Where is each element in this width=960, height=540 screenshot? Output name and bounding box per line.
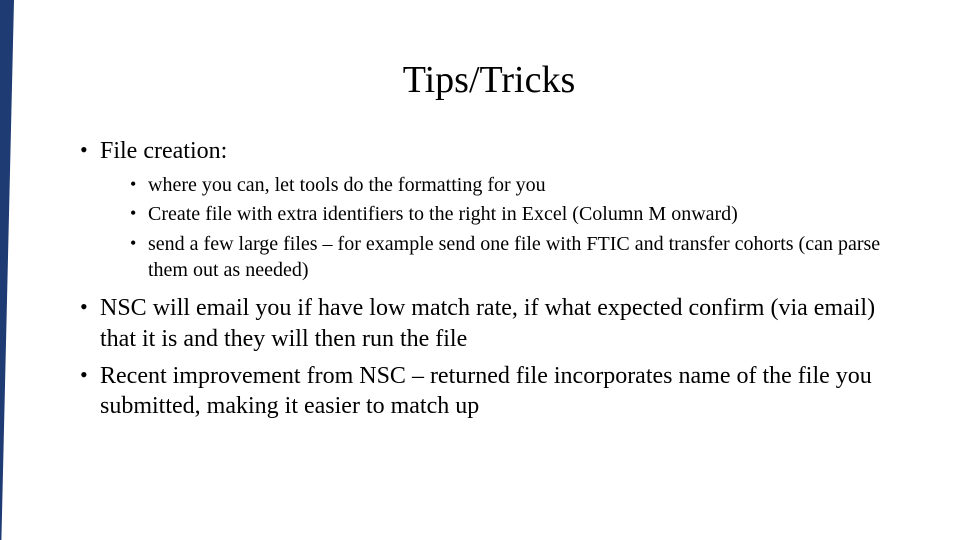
slide-content: Tips/Tricks File creation: where you can… — [0, 0, 960, 540]
bullet-list: File creation: where you can, let tools … — [78, 136, 900, 422]
bullet-text: NSC will email you if have low match rat… — [100, 295, 875, 352]
list-item: File creation: where you can, let tools … — [78, 136, 900, 283]
list-item: Create file with extra identifiers to th… — [128, 202, 900, 228]
slide-title: Tips/Tricks — [78, 58, 900, 102]
list-item: where you can, let tools do the formatti… — [128, 173, 900, 199]
bullet-text: File creation: — [100, 138, 227, 164]
bullet-text: Recent improvement from NSC – returned f… — [100, 363, 872, 420]
bullet-text: send a few large files – for example sen… — [148, 233, 880, 281]
sub-bullet-list: where you can, let tools do the formatti… — [100, 173, 900, 283]
list-item: NSC will email you if have low match rat… — [78, 293, 900, 354]
list-item: send a few large files – for example sen… — [128, 232, 900, 283]
bullet-text: Create file with extra identifiers to th… — [148, 203, 738, 225]
list-item: Recent improvement from NSC – returned f… — [78, 361, 900, 422]
bullet-text: where you can, let tools do the formatti… — [148, 174, 546, 196]
